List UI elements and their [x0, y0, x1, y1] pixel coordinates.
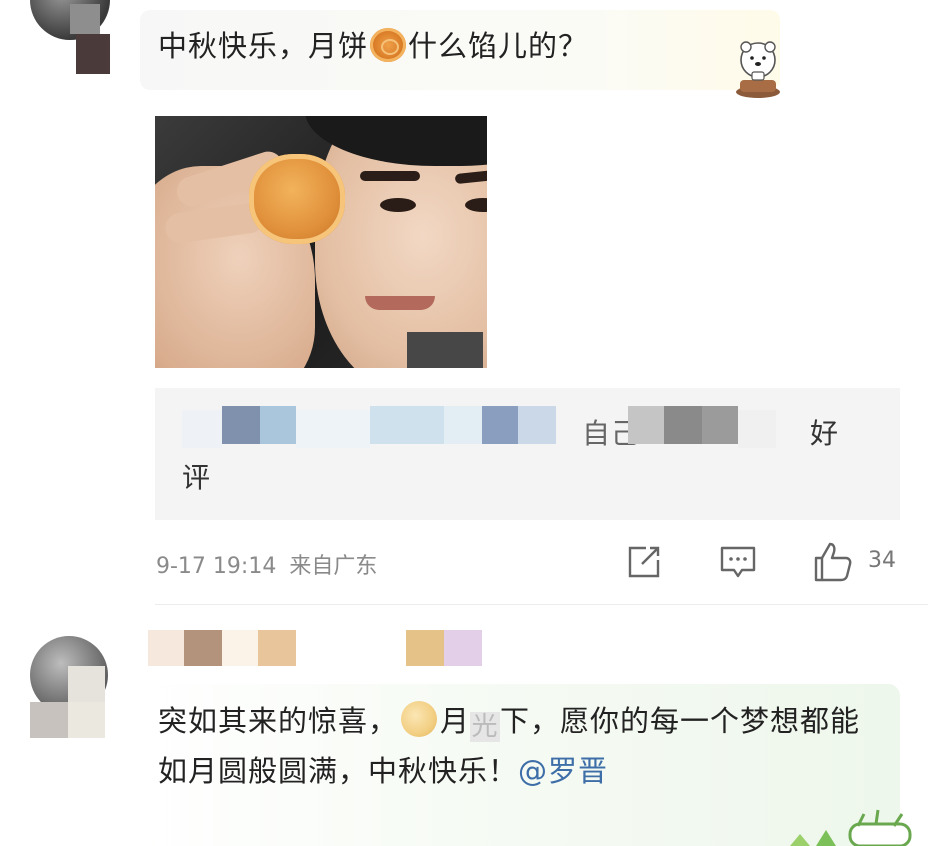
avatar-mosaic — [30, 702, 68, 738]
avatar-mosaic — [68, 666, 105, 702]
quote-text-part: 评 — [182, 461, 212, 494]
text-blur-mask — [702, 406, 738, 444]
avatar-mosaic — [70, 4, 100, 34]
text-blur-mask — [222, 406, 260, 444]
like-icon[interactable] — [810, 540, 854, 584]
moon-emoji-icon — [401, 701, 438, 737]
comment-photo[interactable] — [155, 116, 487, 368]
reply-icon[interactable] — [716, 540, 760, 584]
photo-eye — [380, 198, 416, 212]
text-blur-mask — [628, 406, 664, 444]
text-blur-mask — [444, 406, 482, 444]
mooncake-emoji-icon — [370, 28, 407, 62]
celebration-sticker-icon — [790, 809, 912, 846]
comment-divider — [155, 604, 928, 605]
text-blur-mask — [370, 406, 444, 444]
photo-mooncake — [249, 154, 345, 244]
photo-mouth — [365, 296, 435, 310]
username-blur-mask — [148, 630, 184, 666]
text-blur-mask — [518, 406, 556, 444]
user-mention-link[interactable]: @罗晋 — [518, 754, 608, 788]
quote-text-part: 好 — [810, 417, 840, 450]
comment-text-part: 什么馅儿的？ — [408, 29, 589, 63]
username-blur-mask — [406, 630, 444, 666]
comment-text: 突如其来的惊喜， 月光下，愿你的每一个梦想都能如月圆般圆满，中秋快乐！@罗晋 — [158, 696, 888, 796]
username-blur-mask — [258, 630, 296, 666]
share-icon[interactable] — [622, 540, 666, 584]
text-blur-mask — [296, 410, 370, 448]
text-blur-mask — [664, 406, 702, 444]
text-blur-mask — [738, 410, 776, 448]
avatar-mosaic — [68, 702, 105, 738]
comment-meta: 9-17 19:14 来自广东 — [156, 548, 377, 580]
username-blur-mask — [222, 630, 258, 666]
avatar[interactable] — [30, 0, 110, 74]
text-blur-mask — [482, 406, 518, 444]
dog-sticker-icon — [736, 41, 780, 98]
timestamp: 9-17 19:14 — [156, 554, 277, 579]
photo-blur-mosaic — [407, 332, 483, 368]
username-blur-mask — [444, 630, 482, 666]
avatar[interactable] — [30, 636, 112, 740]
location-source: 来自广东 — [289, 554, 378, 579]
text-blur-mask — [182, 410, 222, 448]
username-blur-mask — [184, 630, 222, 666]
blurred-character: 光 — [470, 712, 501, 742]
text-blur-mask — [260, 406, 296, 444]
comment-text-part: 突如其来的惊喜， — [158, 704, 399, 738]
like-count: 34 — [868, 548, 896, 573]
photo-brow — [360, 171, 420, 181]
comment-text: 中秋快乐，月饼 什么馅儿的？ — [158, 24, 588, 68]
avatar-mosaic — [76, 34, 110, 74]
comment-text-part: 月 — [440, 704, 471, 738]
comment-text-part: 中秋快乐，月饼 — [158, 29, 369, 63]
